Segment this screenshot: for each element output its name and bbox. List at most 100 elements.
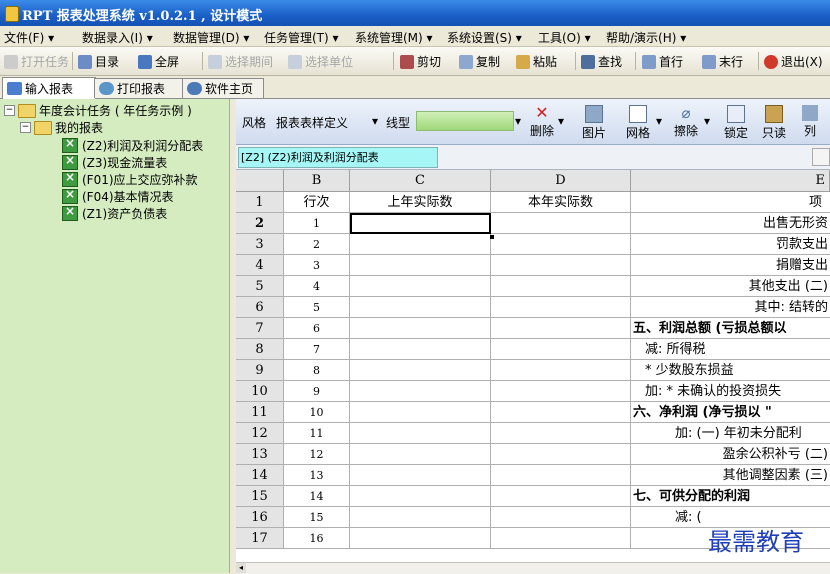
row-header[interactable]: 14 xyxy=(236,465,284,486)
line-color-field[interactable] xyxy=(416,111,514,131)
picture-button[interactable]: 图片 xyxy=(582,105,606,141)
value-cell[interactable] xyxy=(491,213,631,234)
tree-item-z3[interactable]: (Z3)现金流量表 xyxy=(62,153,167,171)
value-cell[interactable] xyxy=(350,423,491,444)
value-cell[interactable] xyxy=(350,255,491,276)
item-cell[interactable]: 加: (一) 年初未分配利 xyxy=(631,423,830,444)
select-period-button[interactable]: 选择期间 xyxy=(208,53,273,70)
value-cell[interactable] xyxy=(491,255,631,276)
chevron-down-icon[interactable]: ▾ xyxy=(515,114,521,128)
corner-cell[interactable] xyxy=(236,170,284,192)
value-cell[interactable] xyxy=(350,234,491,255)
tab-software-home[interactable]: 软件主页 xyxy=(182,78,264,98)
row-header[interactable]: 3 xyxy=(236,234,284,255)
row-header[interactable]: 10 xyxy=(236,381,284,402)
menu-help[interactable]: 帮助/演示(H) ▾ xyxy=(606,29,686,46)
column-header-c[interactable]: C xyxy=(350,170,491,192)
value-cell[interactable] xyxy=(350,297,491,318)
value-cell[interactable] xyxy=(491,528,631,549)
item-cell[interactable]: 加: * 未确认的投资损失 xyxy=(631,381,830,402)
item-cell[interactable]: 五、利润总额 (亏损总额以 xyxy=(631,318,830,339)
erase-button[interactable]: ⌀ 擦除 xyxy=(674,105,698,139)
value-cell[interactable] xyxy=(491,402,631,423)
style-select[interactable]: 报表表样定义 xyxy=(276,114,348,131)
item-cell[interactable]: (三) 其他调整因素 xyxy=(631,465,830,486)
value-cell[interactable] xyxy=(350,465,491,486)
menu-data-manage[interactable]: 数据管理(D) ▾ xyxy=(173,29,249,46)
tree-item-z2[interactable]: (Z2)利润及利润分配表 xyxy=(62,136,203,154)
value-cell[interactable] xyxy=(491,486,631,507)
grid-button[interactable]: 网格 xyxy=(626,105,650,141)
row-header[interactable]: 2 xyxy=(236,213,284,234)
row-number-cell[interactable]: 11 xyxy=(284,423,350,444)
find-button[interactable]: 查找 xyxy=(581,53,622,70)
scroll-left-icon[interactable]: ◂ xyxy=(236,563,246,573)
catalog-button[interactable]: 目录 xyxy=(78,53,119,70)
row-number-cell[interactable]: 行次 xyxy=(284,192,350,213)
copy-button[interactable]: 复制 xyxy=(459,53,500,70)
row-header[interactable]: 6 xyxy=(236,297,284,318)
value-cell[interactable] xyxy=(491,234,631,255)
tree-root[interactable]: − 年度会计任务 ( 年任务示例 ) xyxy=(4,102,192,119)
value-cell[interactable] xyxy=(350,528,491,549)
chevron-down-icon[interactable]: ▾ xyxy=(656,114,662,128)
column-button[interactable]: 列 xyxy=(802,105,818,139)
value-cell[interactable] xyxy=(350,339,491,360)
row-header[interactable]: 17 xyxy=(236,528,284,549)
paste-button[interactable]: 粘贴 xyxy=(516,53,557,70)
item-cell[interactable]: 其中: 结转的 xyxy=(631,297,830,318)
row-header[interactable]: 15 xyxy=(236,486,284,507)
tree-item-z1[interactable]: (Z1)资产负债表 xyxy=(62,204,167,222)
row-number-cell[interactable]: 8 xyxy=(284,360,350,381)
value-cell[interactable] xyxy=(350,381,491,402)
item-cell[interactable]: 减: 所得税 xyxy=(631,339,830,360)
row-number-cell[interactable]: 3 xyxy=(284,255,350,276)
row-number-cell[interactable]: 4 xyxy=(284,276,350,297)
item-cell[interactable]: 六、净利润 (净亏损以 " xyxy=(631,402,830,423)
item-cell[interactable]: 罚款支出 xyxy=(631,234,830,255)
row-header[interactable]: 16 xyxy=(236,507,284,528)
column-header-e[interactable]: E xyxy=(631,170,830,192)
row-header[interactable]: 9 xyxy=(236,360,284,381)
selected-cell[interactable] xyxy=(350,213,491,234)
value-cell[interactable] xyxy=(491,360,631,381)
row-header[interactable]: 7 xyxy=(236,318,284,339)
tree-item-f04[interactable]: (F04)基本情况表 xyxy=(62,187,174,205)
value-cell[interactable] xyxy=(491,381,631,402)
menu-tools[interactable]: 工具(O) ▾ xyxy=(538,29,591,46)
menu-file[interactable]: 文件(F) ▾ xyxy=(4,29,54,46)
value-cell[interactable] xyxy=(491,276,631,297)
first-row-button[interactable]: 首行 xyxy=(642,53,683,70)
menu-system-settings[interactable]: 系统设置(S) ▾ xyxy=(447,29,522,46)
value-cell[interactable] xyxy=(491,507,631,528)
row-number-cell[interactable]: 1 xyxy=(284,213,350,234)
row-number-cell[interactable]: 6 xyxy=(284,318,350,339)
menu-system-manage[interactable]: 系统管理(M) ▾ xyxy=(355,29,433,46)
tree-folder[interactable]: − 我的报表 xyxy=(20,119,103,136)
row-header[interactable]: 8 xyxy=(236,339,284,360)
menu-task-manage[interactable]: 任务管理(T) ▾ xyxy=(264,29,339,46)
column-header-b[interactable]: B xyxy=(284,170,350,192)
collapse-icon[interactable]: − xyxy=(20,122,31,133)
row-header[interactable]: 11 xyxy=(236,402,284,423)
row-number-cell[interactable]: 9 xyxy=(284,381,350,402)
chevron-down-icon[interactable]: ▾ xyxy=(704,114,710,128)
cut-button[interactable]: 剪切 xyxy=(400,53,441,70)
exit-button[interactable]: 退出(X) xyxy=(764,53,823,70)
tab-input-report[interactable]: 输入报表 xyxy=(2,77,96,99)
row-number-cell[interactable]: 7 xyxy=(284,339,350,360)
select-unit-button[interactable]: 选择单位 xyxy=(288,53,353,70)
row-header[interactable]: 4 xyxy=(236,255,284,276)
value-cell[interactable] xyxy=(350,507,491,528)
tree-item-f01[interactable]: (F01)应上交应弥补款 xyxy=(62,170,198,188)
value-cell[interactable] xyxy=(350,486,491,507)
item-cell[interactable]: 出售无形资 xyxy=(631,213,830,234)
row-number-cell[interactable]: 13 xyxy=(284,465,350,486)
row-number-cell[interactable]: 16 xyxy=(284,528,350,549)
horizontal-scrollbar[interactable]: ◂ xyxy=(236,562,830,574)
row-header[interactable]: 12 xyxy=(236,423,284,444)
item-cell[interactable]: 捐赠支出 xyxy=(631,255,830,276)
row-number-cell[interactable]: 10 xyxy=(284,402,350,423)
header-cell[interactable]: 本年实际数 xyxy=(491,192,631,213)
value-cell[interactable] xyxy=(350,318,491,339)
